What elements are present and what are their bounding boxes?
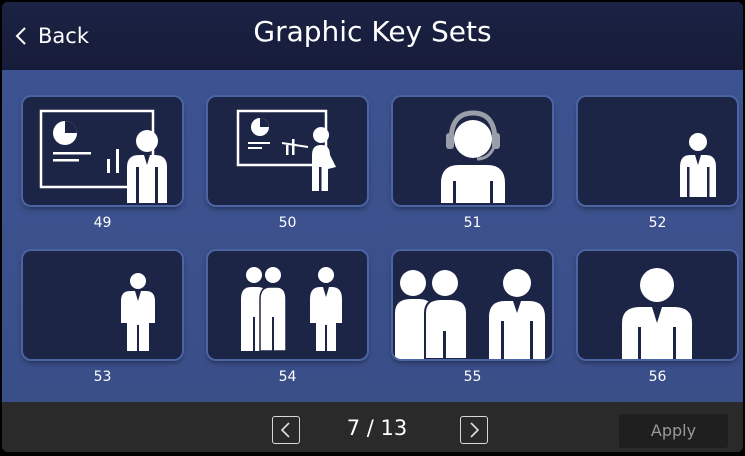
next-page-button[interactable]	[460, 416, 488, 444]
headset-operator-icon	[441, 110, 505, 203]
chevron-right-icon	[470, 422, 480, 438]
page-indicator: 7 / 13	[346, 416, 408, 440]
graphic-key-sets-screen: Back Graphic Key Sets 49 50 51 52 53 54 …	[2, 2, 743, 452]
chevron-left-icon	[280, 422, 290, 438]
page-title: Graphic Key Sets	[253, 15, 492, 48]
key-set-tile-51[interactable]	[393, 97, 552, 205]
key-set-number: 53	[93, 369, 112, 385]
key-set-grid: 49 50 51 52 53 54 55 56	[2, 70, 743, 402]
key-set-number: 52	[648, 215, 667, 231]
key-set-tile-56[interactable]	[578, 251, 737, 359]
key-set-number: 49	[93, 215, 112, 231]
key-set-tile-54[interactable]	[208, 251, 367, 359]
key-set-tile-52[interactable]	[578, 97, 737, 205]
presentation-chart-person-icon	[39, 109, 167, 203]
apply-button[interactable]: Apply	[619, 414, 728, 448]
header-bar: Back Graphic Key Sets	[2, 2, 743, 70]
key-set-number: 54	[278, 369, 297, 385]
key-set-number: 51	[463, 215, 482, 231]
key-set-number: 56	[648, 369, 667, 385]
previous-page-button[interactable]	[272, 416, 300, 444]
key-set-number: 50	[278, 215, 297, 231]
three-people-large-icon	[395, 269, 545, 359]
person-center-icon	[121, 273, 155, 351]
key-set-tile-55[interactable]	[393, 251, 552, 359]
key-set-tile-49[interactable]	[23, 97, 182, 205]
key-set-tile-53[interactable]	[23, 251, 182, 359]
person-right-icon	[680, 133, 716, 197]
three-people-icon	[241, 267, 342, 352]
presenter-pointing-board-icon	[236, 109, 336, 191]
key-set-tile-50[interactable]	[208, 97, 367, 205]
key-set-number: 55	[463, 369, 482, 385]
footer-bar: 7 / 13 Apply	[2, 402, 743, 452]
single-person-large-icon	[622, 268, 692, 359]
